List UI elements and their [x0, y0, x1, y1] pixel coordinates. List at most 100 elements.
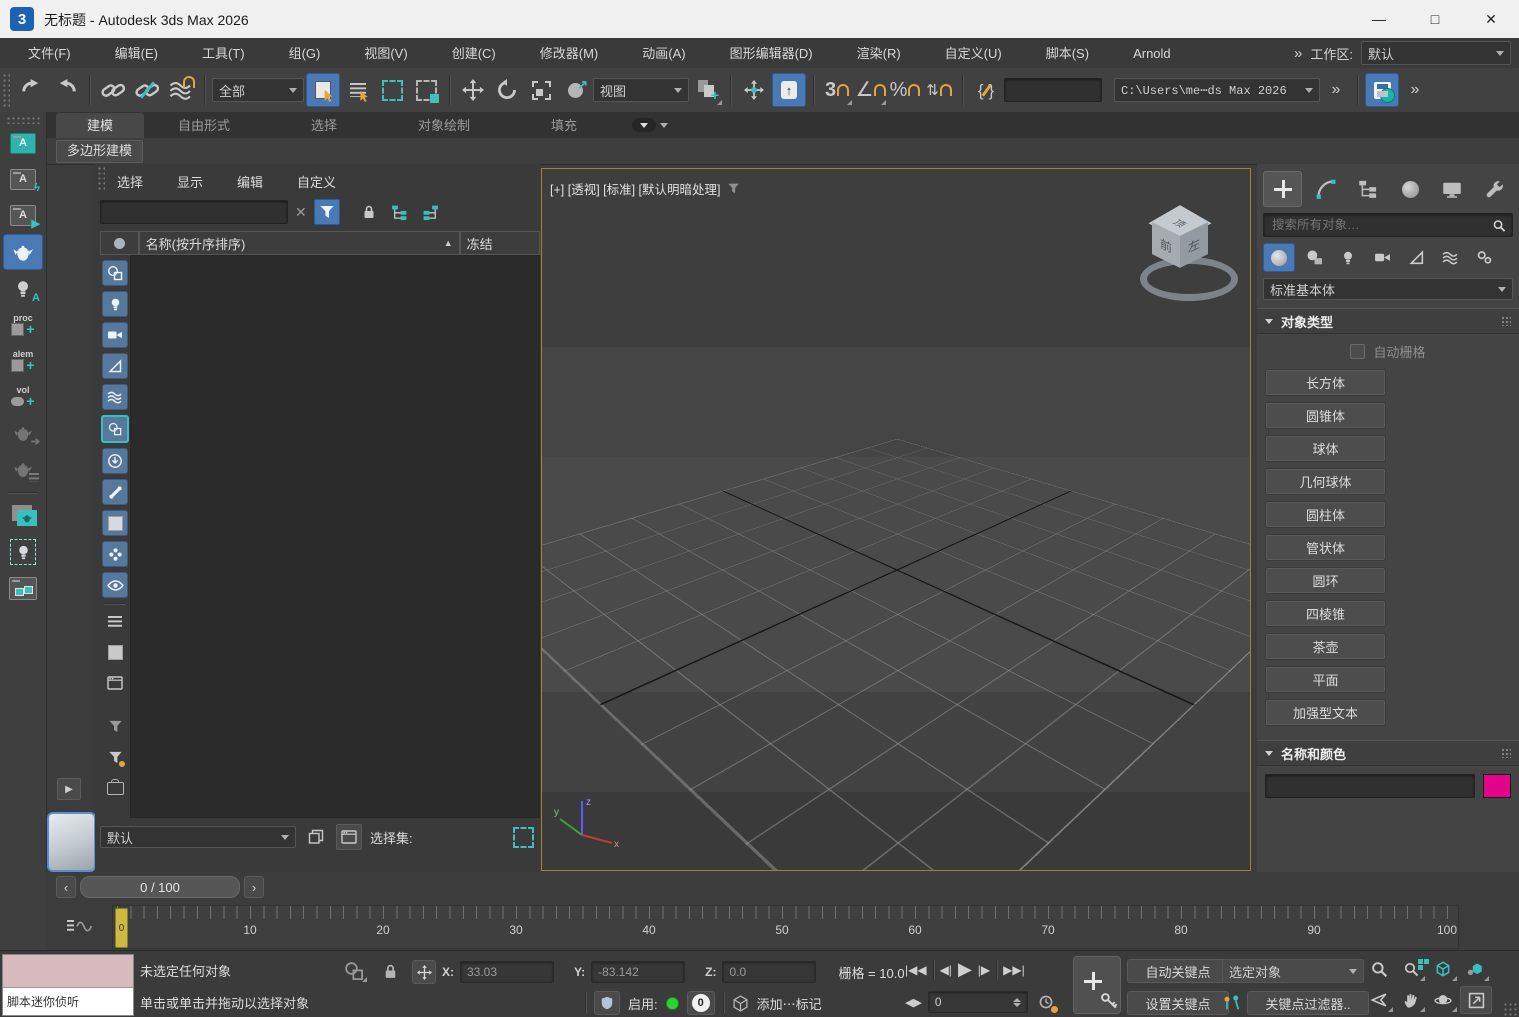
- explorer-search-input[interactable]: [100, 200, 288, 224]
- maximize-viewport-toggle[interactable]: [1460, 986, 1492, 1014]
- menu-views[interactable]: 视图(V): [342, 39, 429, 68]
- object-search-native-input[interactable]: [1270, 217, 1492, 233]
- create-proc-button[interactable]: proc +: [4, 308, 42, 342]
- spinner-arrows[interactable]: [1013, 998, 1021, 1007]
- search-filter-button[interactable]: [314, 199, 340, 225]
- column-header-name[interactable]: 名称(按升序排序) ▲: [139, 231, 460, 255]
- detail-view-button[interactable]: [102, 670, 128, 696]
- time-configuration-button[interactable]: [1034, 991, 1058, 1013]
- selection-filter-dropdown[interactable]: 全部: [212, 78, 304, 102]
- window-crossing-button[interactable]: [410, 74, 442, 106]
- view-cube[interactable]: 顶 前 左: [1136, 199, 1236, 309]
- mini-curve-editor-button[interactable]: [64, 912, 96, 938]
- toolbar-overflow-chevron[interactable]: »: [1322, 75, 1350, 105]
- blank-view-button[interactable]: [102, 639, 128, 665]
- expand-panel-button[interactable]: ▶: [57, 778, 81, 800]
- angle-snap-button[interactable]: ∠: [855, 74, 887, 106]
- light-analysis-button[interactable]: A: [4, 272, 42, 306]
- use-pivot-center-button[interactable]: +: [691, 74, 723, 106]
- scene-object-list[interactable]: [130, 255, 540, 818]
- explorer-drag-handle[interactable]: [97, 166, 105, 192]
- filter-lights-toggle[interactable]: [102, 291, 128, 317]
- script-editor-button[interactable]: Aϟ: [4, 162, 42, 196]
- ribbon-panel-polygon-modeling[interactable]: 多边形建模: [56, 140, 143, 163]
- autobackup-save-button[interactable]: [1365, 73, 1399, 107]
- play-button[interactable]: ▶: [958, 959, 972, 980]
- filter-cameras-toggle[interactable]: [102, 322, 128, 348]
- select-by-name-button[interactable]: [342, 74, 374, 106]
- geometry-category-dropdown[interactable]: 标准基本体: [1263, 278, 1513, 300]
- tab-create[interactable]: [1263, 171, 1302, 207]
- create-alem-button[interactable]: alem +: [4, 344, 42, 378]
- edit-named-selection-sets-button[interactable]: { }: [970, 74, 1002, 106]
- category-helpers-button[interactable]: [1401, 244, 1431, 271]
- selection-region-button[interactable]: [376, 74, 408, 106]
- select-object-button[interactable]: [306, 73, 340, 107]
- clear-search-icon[interactable]: ✕: [295, 204, 307, 221]
- tab-modify[interactable]: [1307, 172, 1344, 206]
- object-name-input[interactable]: [1265, 774, 1475, 798]
- object-search-input[interactable]: [1263, 213, 1513, 237]
- zoom-extents-all-button[interactable]: [1460, 956, 1490, 982]
- select-and-scale-button[interactable]: [525, 74, 557, 106]
- cube-marker-icon[interactable]: [732, 995, 749, 1012]
- x-coordinate-field[interactable]: 33.03: [460, 961, 554, 983]
- time-slider[interactable]: 0 / 100: [80, 876, 240, 898]
- material-library-button[interactable]: [4, 499, 42, 533]
- tab-motion[interactable]: [1392, 172, 1429, 206]
- current-frame-field[interactable]: 0: [928, 991, 1028, 1013]
- add-time-tag[interactable]: 添加⋯标记: [757, 994, 822, 1013]
- node-editor-button[interactable]: [4, 571, 42, 605]
- select-and-place-button[interactable]: ↗: [559, 74, 591, 106]
- column-header-type[interactable]: [100, 231, 139, 255]
- menu-rendering[interactable]: 渲染(R): [835, 39, 923, 68]
- key-mode-toggle[interactable]: ◀▶: [905, 996, 922, 1009]
- explorer-menu-select[interactable]: 选择: [115, 172, 145, 191]
- create-cone-button[interactable]: 圆锥体: [1265, 402, 1386, 429]
- track-bar-ruler[interactable]: 10 20 30 40 50 60 70 80 90 100 0: [112, 905, 1459, 949]
- filter-groups-toggle[interactable]: [101, 415, 129, 443]
- keyboard-override-button[interactable]: ↑: [772, 73, 806, 107]
- ribbon-tab-freeform[interactable]: 自由形式: [144, 113, 264, 138]
- set-key-button[interactable]: 设置关键点: [1127, 991, 1229, 1015]
- column-header-frozen[interactable]: 冻结: [460, 231, 540, 255]
- zoom-button[interactable]: [1364, 956, 1394, 982]
- rollout-pin-icon[interactable]: [1501, 748, 1511, 758]
- collapse-hierarchy-button[interactable]: [419, 200, 443, 224]
- reference-coordinate-dropdown[interactable]: 视图: [593, 78, 689, 102]
- snap-toggle-button[interactable]: [738, 74, 770, 106]
- project-folder-dropdown[interactable]: C:\Users\me⋯ds Max 2026: [1114, 78, 1320, 102]
- explorer-menu-customize[interactable]: 自定义: [295, 172, 338, 191]
- create-torus-button[interactable]: 圆环: [1265, 567, 1386, 594]
- selection-lock-toggle[interactable]: [378, 959, 402, 983]
- filter-hidden-toggle[interactable]: [102, 572, 128, 598]
- render-setup-button[interactable]: [3, 234, 43, 270]
- menu-overflow-chevron[interactable]: »: [1294, 45, 1302, 62]
- maximize-button[interactable]: □: [1407, 0, 1463, 38]
- percent-snap-button[interactable]: %: [889, 74, 921, 106]
- previous-frame-button[interactable]: ‹: [56, 876, 76, 898]
- field-of-view-button[interactable]: [1364, 987, 1394, 1013]
- workspace-dropdown[interactable]: 默认: [1361, 41, 1511, 65]
- listener-script-field[interactable]: 脚本迷你侦听: [3, 988, 133, 1015]
- quarantine-count-button[interactable]: 0: [687, 991, 715, 1015]
- rollout-pin-icon[interactable]: [1501, 316, 1511, 326]
- redo-button[interactable]: [50, 74, 82, 106]
- explorer-search-native-input[interactable]: [101, 202, 299, 216]
- explorer-preset-dropdown[interactable]: 默认: [100, 826, 296, 848]
- filter-geometry-toggle[interactable]: [102, 260, 128, 286]
- close-button[interactable]: ✕: [1463, 0, 1519, 38]
- category-cameras-button[interactable]: [1367, 244, 1397, 271]
- zoom-all-button[interactable]: [1396, 956, 1426, 982]
- material-sample-slot[interactable]: [47, 812, 96, 872]
- previous-frame-play-button[interactable]: ◀|: [940, 963, 952, 977]
- auto-key-button[interactable]: 自动关键点: [1127, 959, 1229, 983]
- scene-security-button[interactable]: [594, 991, 620, 1015]
- tab-display[interactable]: [1434, 172, 1471, 206]
- autogrid-checkbox[interactable]: [1350, 344, 1365, 359]
- scene-explorer-button[interactable]: [336, 824, 362, 850]
- rollout-object-type[interactable]: 对象类型: [1257, 308, 1519, 334]
- ribbon-tab-object-paint[interactable]: 对象绘制: [384, 113, 504, 138]
- perspective-viewport[interactable]: [+] [透视] [标准] [默认明暗处理] 顶 前 左 z y x: [541, 168, 1251, 871]
- category-systems-button[interactable]: [1469, 244, 1499, 271]
